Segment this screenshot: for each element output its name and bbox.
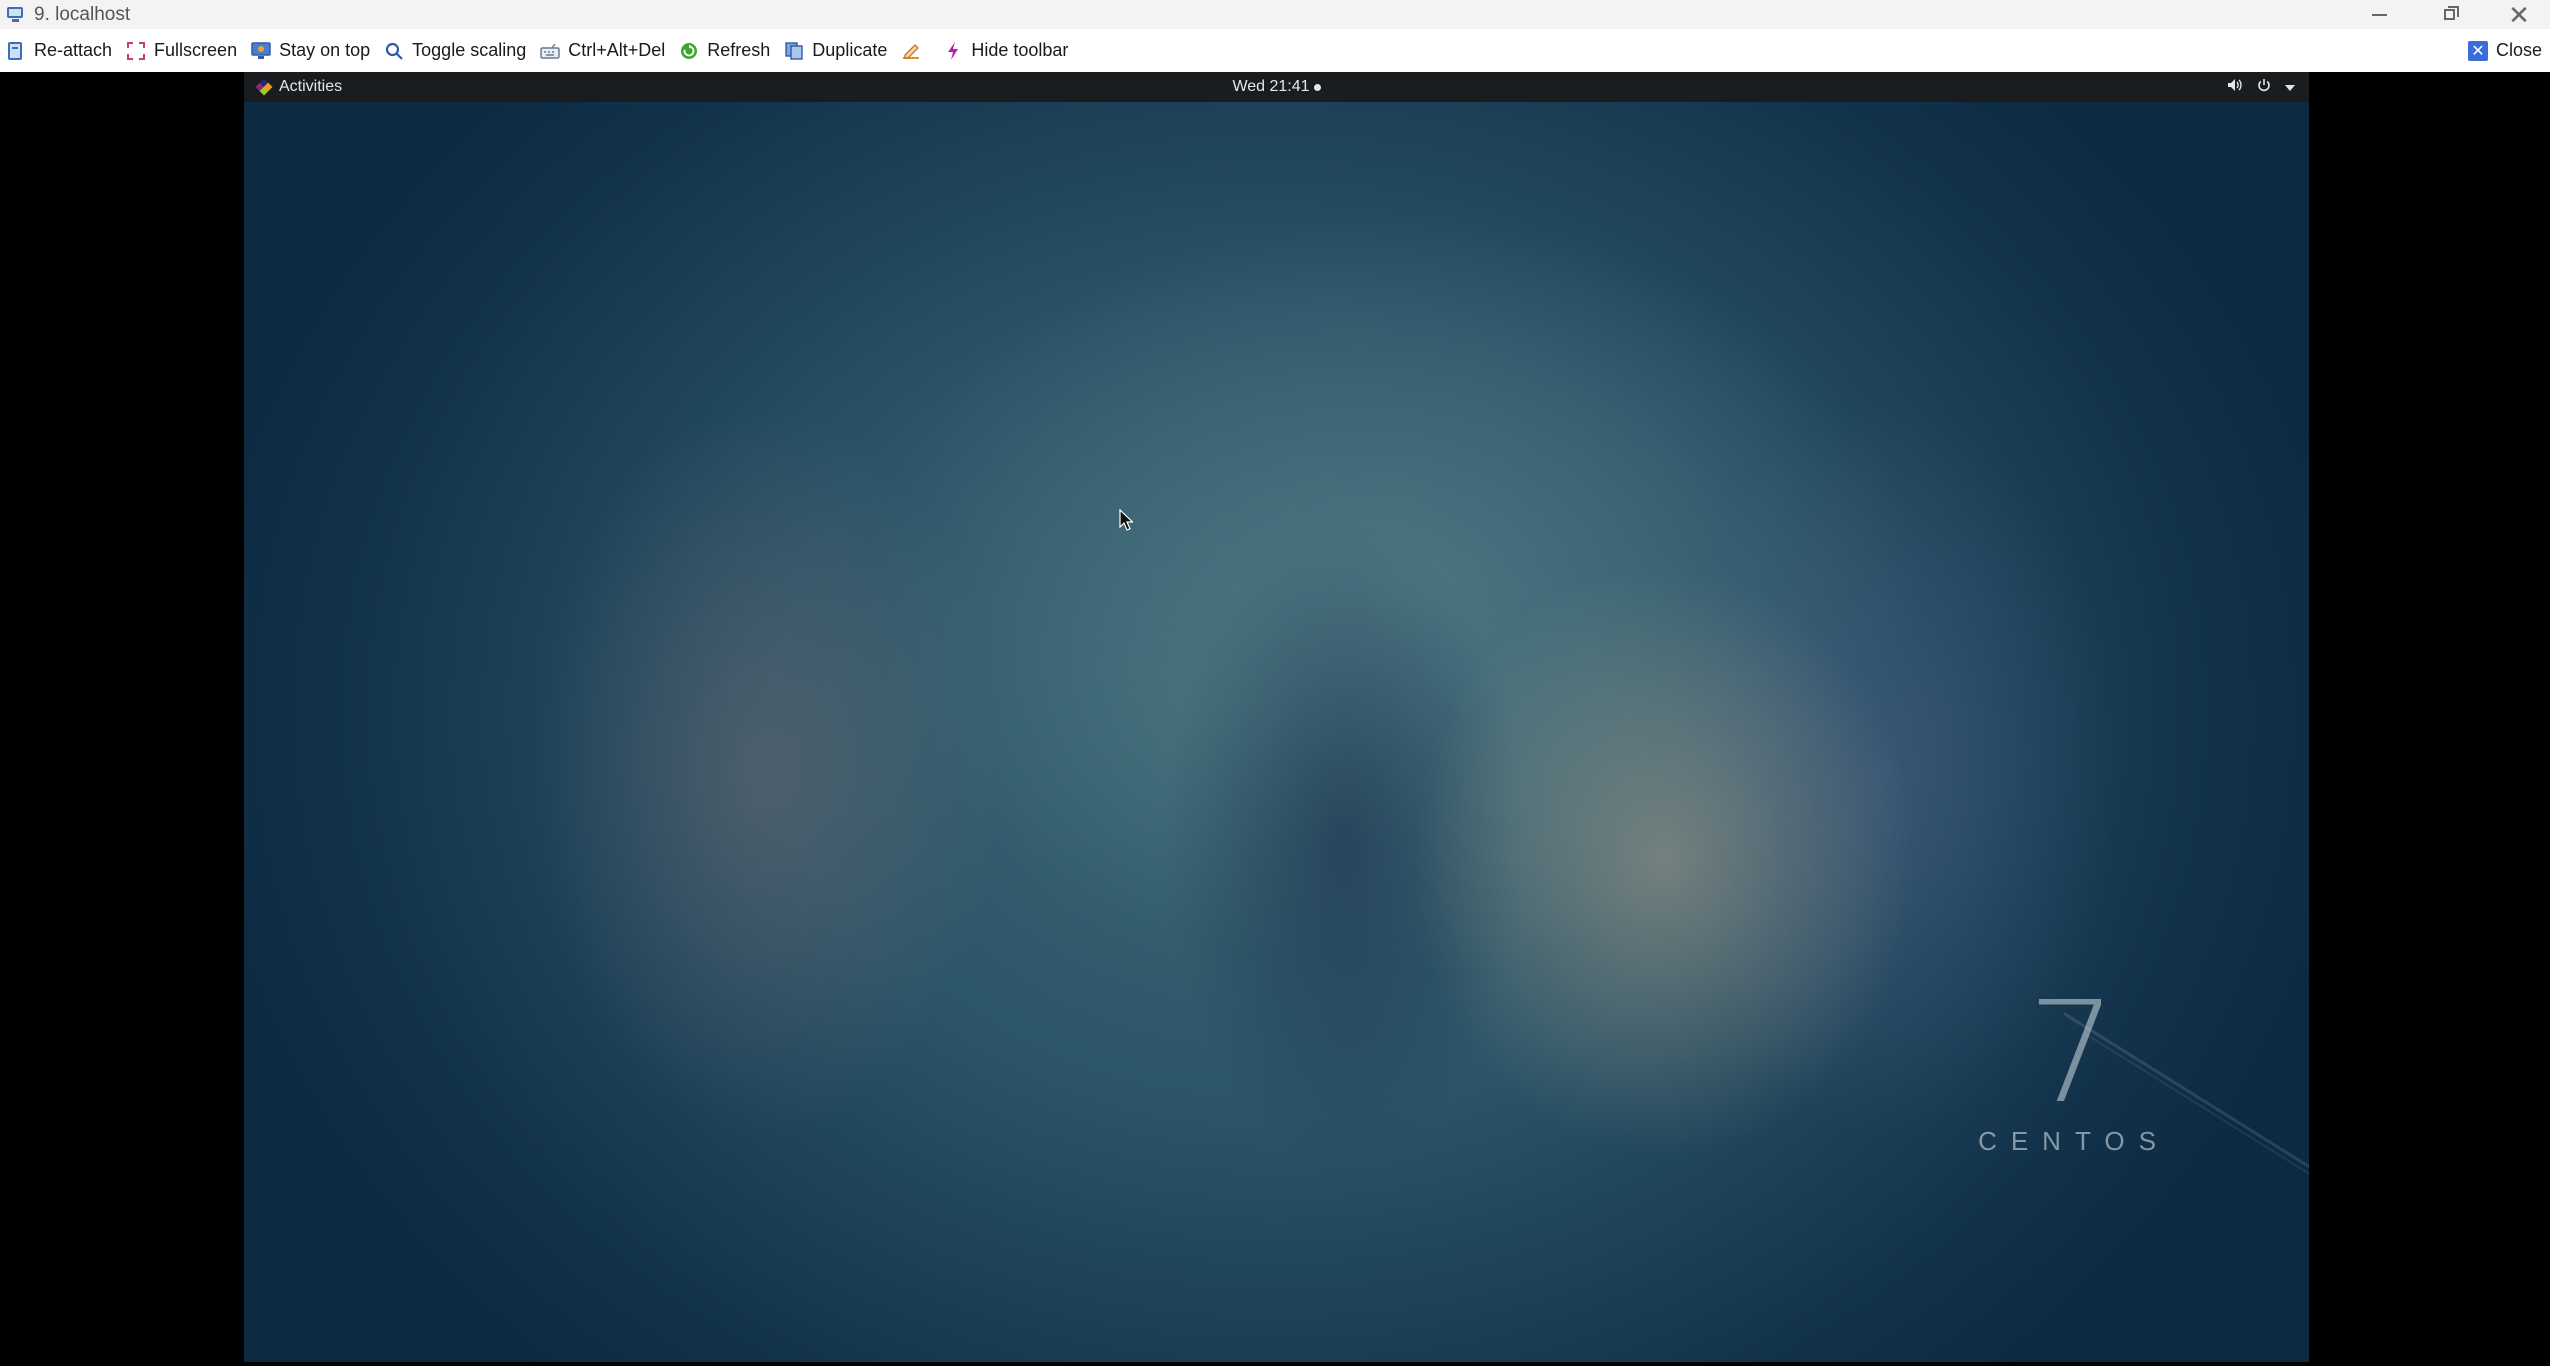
- minimize-button[interactable]: [2344, 0, 2414, 29]
- clock[interactable]: Wed 21:41: [244, 72, 2309, 102]
- stay-on-top-label: Stay on top: [279, 40, 371, 60]
- lightning-icon: [943, 41, 963, 61]
- centos-wordmark: CENTOS: [1978, 1126, 2170, 1156]
- ctrl-alt-del-label: Ctrl+Alt+Del: [568, 40, 666, 60]
- hide-toolbar-label: Hide toolbar: [971, 40, 1069, 60]
- toolbar: Re-attach Fullscreen Stay on top Toggle …: [0, 29, 2550, 72]
- refresh-button[interactable]: Refresh: [672, 29, 777, 72]
- duplicate-button[interactable]: Duplicate: [777, 29, 894, 72]
- stay-on-top-button[interactable]: Stay on top: [244, 29, 377, 72]
- reattach-button[interactable]: Re-attach: [0, 29, 119, 72]
- fullscreen-label: Fullscreen: [154, 40, 238, 60]
- centos-version-number: 7: [2027, 972, 2117, 1135]
- reattach-icon: [6, 41, 26, 61]
- system-status-area[interactable]: [2227, 72, 2295, 102]
- toggle-scaling-label: Toggle scaling: [412, 40, 527, 60]
- close-icon: ✕: [2508, 0, 2530, 30]
- hide-toolbar-button[interactable]: Hide toolbar: [936, 29, 1075, 72]
- minimize-icon: [2371, 13, 2387, 16]
- close-button[interactable]: ✕ Close: [2467, 29, 2542, 72]
- window-titlebar: 9. localhost ✕: [0, 0, 2550, 29]
- fullscreen-icon: [126, 41, 146, 61]
- remote-desktop-screen[interactable]: Activities Wed 21:41 7 CENTOS: [244, 72, 2309, 1362]
- refresh-icon: [679, 41, 699, 61]
- window-close-button[interactable]: ✕: [2484, 0, 2550, 29]
- restore-button[interactable]: [2414, 0, 2484, 29]
- duplicate-icon: [784, 41, 804, 61]
- edit-icon: [901, 41, 921, 61]
- restore-icon: [2443, 6, 2459, 20]
- notification-dot-icon: [1313, 83, 1321, 91]
- close-icon: ✕: [2467, 40, 2488, 61]
- ctrl-alt-del-button[interactable]: Ctrl+Alt+Del: [533, 29, 672, 72]
- reattach-label: Re-attach: [34, 40, 113, 60]
- fullscreen-button[interactable]: Fullscreen: [119, 29, 244, 72]
- duplicate-label: Duplicate: [812, 40, 888, 60]
- keyboard-icon: [540, 41, 560, 61]
- edit-button[interactable]: [894, 29, 936, 72]
- magnifier-icon: [384, 41, 404, 61]
- clock-label: Wed 21:41: [1232, 78, 1310, 95]
- stay-on-top-icon: [251, 41, 271, 61]
- toggle-scaling-button[interactable]: Toggle scaling: [377, 29, 533, 72]
- chevron-down-icon: [2285, 78, 2295, 96]
- power-icon: [2257, 78, 2271, 97]
- close-label: Close: [2495, 40, 2542, 60]
- gnome-top-bar: Activities Wed 21:41: [244, 72, 2309, 102]
- window-title: 9. localhost: [34, 3, 131, 25]
- remote-desktop-icon: [6, 5, 26, 25]
- volume-icon: [2227, 78, 2243, 97]
- refresh-label: Refresh: [707, 40, 771, 60]
